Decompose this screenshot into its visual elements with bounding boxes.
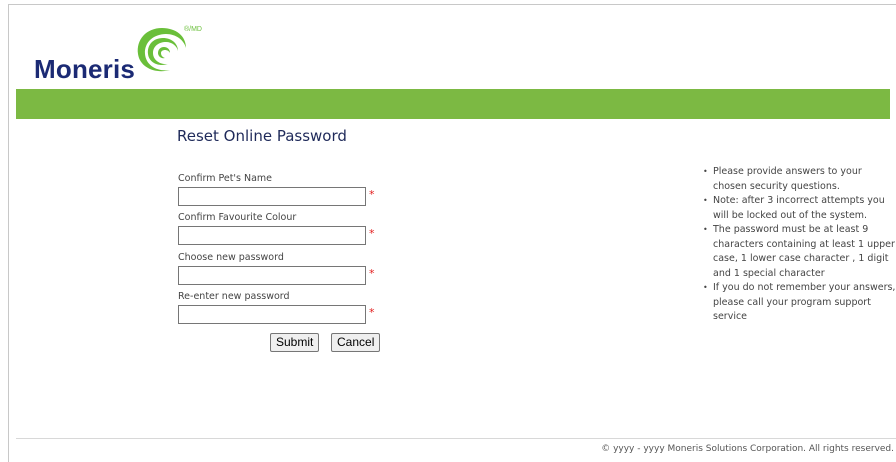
pet-name-label: Confirm Pet's Name bbox=[178, 173, 273, 184]
required-indicator: * bbox=[369, 267, 375, 280]
required-indicator: * bbox=[369, 227, 375, 240]
registered-mark: ®/MD bbox=[184, 26, 202, 33]
instruction-item: Note: after 3 incorrect attempts you wil… bbox=[700, 194, 896, 223]
header-bar bbox=[16, 89, 890, 119]
reenter-password-label: Re-enter new password bbox=[178, 291, 290, 302]
required-indicator: * bbox=[369, 306, 375, 319]
instruction-item: Please provide answers to your chosen se… bbox=[700, 165, 896, 194]
submit-button[interactable]: Submit bbox=[270, 333, 320, 352]
instruction-item: The password must be at least 9 characte… bbox=[700, 223, 896, 281]
required-indicator: * bbox=[369, 188, 375, 201]
favourite-colour-label: Confirm Favourite Colour bbox=[178, 212, 297, 223]
favourite-colour-input[interactable] bbox=[178, 226, 366, 245]
pet-name-input[interactable] bbox=[178, 187, 366, 206]
new-password-input[interactable] bbox=[178, 266, 366, 285]
instruction-item: If you do not remember your answers, ple… bbox=[700, 281, 896, 325]
page-title: Reset Online Password bbox=[177, 127, 347, 145]
new-password-label: Choose new password bbox=[178, 252, 284, 263]
copyright-footer: © yyyy - yyyy Moneris Solutions Corporat… bbox=[601, 444, 894, 454]
moneris-swirl-icon bbox=[137, 28, 186, 72]
reenter-password-input[interactable] bbox=[178, 305, 366, 324]
moneris-logo: Moneris ®/MD bbox=[34, 24, 224, 84]
logo-text: Moneris bbox=[34, 54, 136, 84]
instructions-list: Please provide answers to your chosen se… bbox=[700, 165, 896, 325]
cancel-button[interactable]: Cancel bbox=[331, 333, 381, 352]
footer-divider bbox=[16, 438, 896, 439]
